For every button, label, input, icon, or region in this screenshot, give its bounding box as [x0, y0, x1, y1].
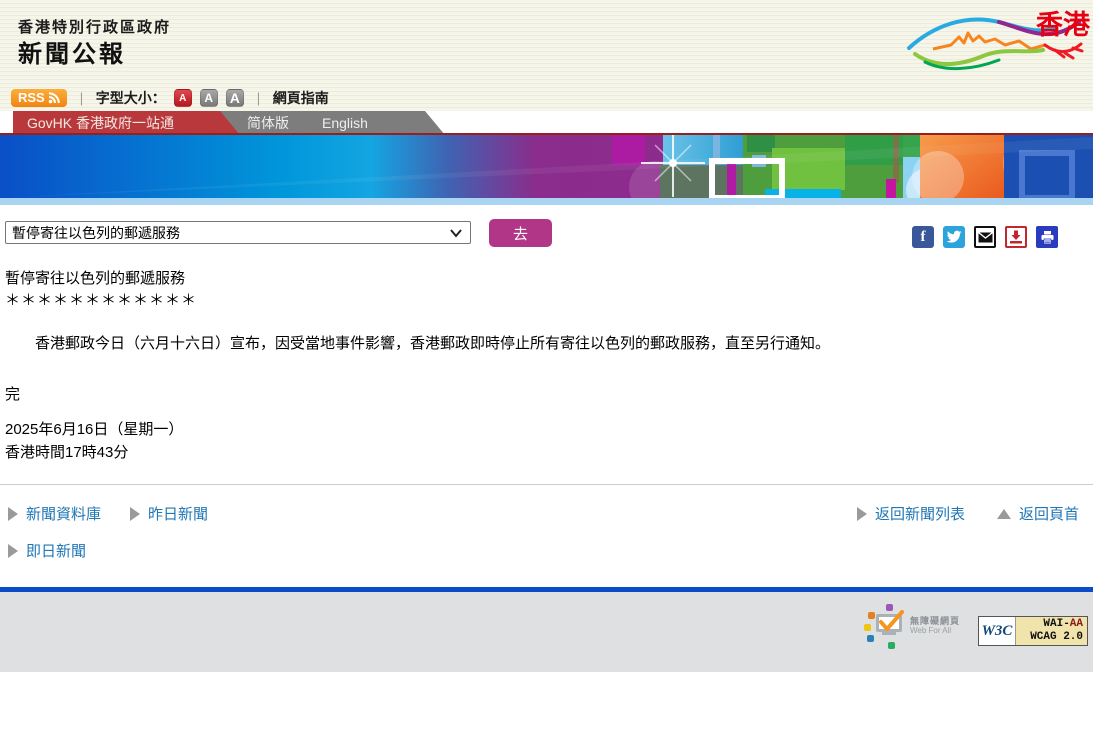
go-button[interactable]: 去	[489, 219, 552, 247]
web-for-all-icon	[864, 602, 908, 650]
link-yesterday-news[interactable]: 昨日新聞	[130, 503, 208, 524]
wfa-english-label: Web For All	[910, 626, 951, 635]
link-today-news[interactable]: 即日新聞	[8, 540, 86, 561]
decorative-banner	[0, 133, 1093, 198]
arrow-up-icon	[997, 509, 1011, 519]
banner-graphic	[0, 135, 1093, 198]
brand-text: 香港	[1036, 10, 1090, 40]
chevron-down-icon	[450, 228, 462, 238]
link-label: 新聞資料庫	[26, 503, 101, 524]
news-select-value: 暫停寄往以色列的郵遞服務	[12, 223, 180, 243]
article-date: 2025年6月16日（星期一）	[5, 418, 183, 439]
utility-bar: RSS ｜ 字型大小： A A A ｜ 網頁指南	[11, 88, 329, 108]
twitter-icon[interactable]	[943, 226, 965, 248]
article-time: 香港時間17時43分	[5, 441, 128, 462]
wcag-version-label: WCAG 2.0	[1030, 631, 1083, 644]
arrow-right-icon	[8, 544, 18, 558]
facebook-icon[interactable]: f	[912, 226, 934, 248]
font-size-label: 字型大小：	[96, 88, 166, 108]
article-title: 暫停寄往以色列的郵遞服務	[5, 267, 185, 288]
tab-govhk[interactable]: GovHK 香港政府一站通	[13, 111, 240, 135]
wai-label: WAI-	[1043, 618, 1069, 630]
article-star-divider: ＊＊＊＊＊＊＊＊＊＊＊＊	[5, 289, 197, 310]
site-guide-link[interactable]: 網頁指南	[273, 88, 329, 108]
arrow-right-icon	[8, 507, 18, 521]
download-icon[interactable]	[1005, 226, 1027, 248]
share-buttons: f	[912, 226, 1058, 248]
article-body: 香港郵政今日（六月十六日）宣布，因受當地事件影響，香港郵政即時停止所有寄往以色列…	[5, 332, 1085, 355]
news-select[interactable]: 暫停寄往以色列的郵遞服務	[5, 221, 471, 244]
article-end-mark: 完	[5, 383, 20, 404]
rss-label: RSS	[18, 90, 45, 105]
web-for-all-logo[interactable]: 無障礙網頁 Web For All	[864, 602, 960, 650]
arrow-right-icon	[130, 507, 140, 521]
print-icon[interactable]	[1036, 226, 1058, 248]
wcag-labels: WAI-AA WCAG 2.0	[1015, 617, 1087, 645]
brand-ribbon-icon: 香港	[903, 4, 1090, 76]
link-back-to-news-list[interactable]: 返回新聞列表	[857, 503, 965, 524]
w3c-logo: W3C	[979, 617, 1015, 645]
separator: ｜	[75, 89, 88, 108]
banner-bottom-strip	[0, 198, 1093, 205]
content-divider	[0, 484, 1093, 485]
link-label: 返回頁首	[1019, 503, 1079, 524]
wcag-badge[interactable]: W3C WAI-AA WCAG 2.0	[978, 616, 1088, 646]
brand-hongkong-logo: 香港	[903, 4, 1090, 76]
rss-button[interactable]: RSS	[11, 89, 67, 107]
site-title: 新聞公報	[18, 34, 126, 69]
link-label: 昨日新聞	[148, 503, 208, 524]
link-news-archive[interactable]: 新聞資料庫	[8, 503, 101, 524]
font-size-large-button[interactable]: A	[226, 89, 244, 107]
link-back-to-top[interactable]: 返回頁首	[997, 503, 1079, 524]
wai-aa-label: AA	[1070, 618, 1083, 630]
rss-feed-icon	[48, 92, 60, 104]
page-header: 香港特別行政區政府 新聞公報 香港 RSS ｜ 字型大小： A A A	[0, 0, 1093, 111]
font-size-medium-button[interactable]: A	[200, 89, 218, 107]
email-icon[interactable]	[974, 226, 996, 248]
link-label: 返回新聞列表	[875, 503, 965, 524]
language-tabs: 简体版 English GovHK 香港政府一站通	[0, 111, 1093, 135]
tab-simplified-chinese[interactable]: 简体版	[247, 111, 289, 135]
tab-english[interactable]: English	[322, 111, 368, 135]
separator: ｜	[252, 89, 265, 108]
link-label: 即日新聞	[26, 540, 86, 561]
font-size-small-button[interactable]: A	[174, 89, 192, 107]
arrow-right-icon	[857, 507, 867, 521]
